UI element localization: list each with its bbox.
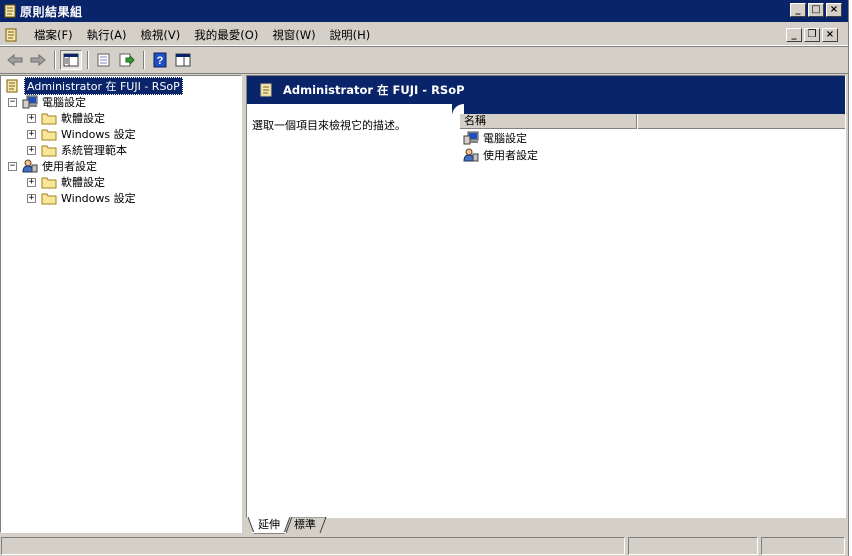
tree-node-computer[interactable]: − 電腦設定 (8, 94, 86, 110)
tree-label: 軟體設定 (61, 176, 105, 189)
scroll-icon (6, 79, 18, 93)
tab-extended[interactable]: 延伸 (252, 517, 286, 533)
status-cell-2 (628, 537, 758, 555)
details-header: Administrator 在 FUJI - RSoP (247, 76, 845, 104)
console-tree-icon (63, 53, 79, 67)
tree-root-label: Administrator 在 FUJI - RSoP (24, 77, 183, 95)
divider (0, 46, 848, 47)
expand-toggle[interactable]: + (27, 193, 36, 203)
column-header-empty[interactable] (637, 114, 845, 129)
menu-help[interactable]: 說明(H) (323, 27, 378, 43)
menu-favorites[interactable]: 我的最愛(O) (187, 27, 265, 43)
window-title: 原則結果組 (20, 4, 83, 19)
minimize-button[interactable]: _ (790, 3, 806, 17)
help-button[interactable]: ? (149, 50, 171, 70)
title-bar: 原則結果組 _ □ × (0, 0, 848, 22)
list-item[interactable]: 電腦設定 (459, 129, 845, 146)
properties-button[interactable] (93, 50, 115, 70)
list-header: 名稱 (459, 114, 845, 129)
back-button[interactable] (4, 50, 26, 70)
svg-text:?: ? (157, 55, 164, 67)
user-icon (22, 159, 38, 173)
scroll-icon (4, 4, 16, 18)
export-list-button[interactable] (116, 50, 138, 70)
tree-label: 軟體設定 (61, 112, 105, 125)
tree-label: 使用者設定 (42, 160, 97, 173)
window-edge (848, 0, 852, 556)
expand-toggle[interactable]: + (27, 177, 36, 187)
expand-toggle[interactable]: + (27, 145, 36, 155)
help-icon: ? (153, 52, 167, 68)
collapse-toggle[interactable]: − (8, 97, 17, 107)
toolbar: ? (0, 48, 848, 72)
close-button[interactable]: × (826, 3, 842, 17)
tree-label: Windows 設定 (61, 128, 136, 141)
scroll-icon[interactable] (3, 27, 19, 43)
tree-node-user-software[interactable]: + 軟體設定 (27, 174, 105, 190)
computer-icon (22, 95, 38, 109)
show-hide-tree-button[interactable] (60, 50, 82, 70)
list-item-label: 電腦設定 (483, 131, 527, 145)
menu-file[interactable]: 檔案(F) (27, 27, 80, 43)
child-minimize-button[interactable]: _ (786, 28, 802, 42)
view-tabs: 延伸 標準 (246, 517, 846, 534)
list-item-label: 使用者設定 (483, 148, 538, 162)
menu-window[interactable]: 視窗(W) (265, 27, 322, 43)
menu-bar: 檔案(F) 執行(A) 檢視(V) 我的最愛(O) 視窗(W) 說明(H) _ … (0, 24, 848, 46)
tree-label: Windows 設定 (61, 192, 136, 205)
child-restore-button[interactable]: ❐ (804, 28, 820, 42)
header-extension (452, 104, 845, 114)
tree-node-root[interactable]: Administrator 在 FUJI - RSoP (4, 77, 183, 95)
divider (0, 73, 848, 74)
properties-icon (97, 53, 110, 67)
folder-icon (41, 113, 57, 125)
status-bar (0, 535, 848, 556)
toolbar-separator (143, 51, 145, 69)
details-pane: Administrator 在 FUJI - RSoP 選取一個項目來檢視它的描… (246, 75, 846, 518)
collapse-toggle[interactable]: − (8, 161, 17, 171)
status-cell-3 (761, 537, 845, 555)
toolbar-separator (87, 51, 89, 69)
user-icon (463, 148, 479, 161)
pane-icon (175, 53, 191, 67)
folder-icon (41, 177, 57, 189)
tab-standard[interactable]: 標準 (288, 517, 322, 533)
details-title: Administrator 在 FUJI - RSoP (283, 83, 465, 97)
folder-icon (41, 129, 57, 141)
forward-button[interactable] (27, 50, 49, 70)
expand-toggle[interactable]: + (27, 113, 36, 123)
folder-icon (41, 193, 57, 205)
export-icon (119, 53, 135, 67)
status-cell-main (1, 537, 625, 555)
tree-node-user[interactable]: − 使用者設定 (8, 158, 97, 174)
child-close-button[interactable]: × (822, 28, 838, 42)
tree-node-computer-admin-templates[interactable]: + 系統管理範本 (27, 142, 127, 158)
tree-node-user-windows[interactable]: + Windows 設定 (27, 190, 136, 206)
forward-arrow-icon (30, 53, 46, 67)
scroll-icon (260, 83, 272, 97)
console-tree: Administrator 在 FUJI - RSoP − 電腦設定 + 軟體設… (0, 75, 242, 533)
list-item[interactable]: 使用者設定 (459, 146, 845, 163)
tree-label: 電腦設定 (42, 96, 86, 109)
toolbar-separator (54, 51, 56, 69)
tree-node-computer-windows[interactable]: + Windows 設定 (27, 126, 136, 142)
menu-view[interactable]: 檢視(V) (133, 27, 187, 43)
tree-label: 系統管理範本 (61, 144, 127, 157)
description-text: 選取一個項目來檢視它的描述。 (252, 119, 406, 132)
tree-node-computer-software[interactable]: + 軟體設定 (27, 110, 105, 126)
maximize-button[interactable]: □ (808, 3, 824, 17)
menu-action[interactable]: 執行(A) (80, 27, 134, 43)
items-list: 名稱 電腦設定 使用者設定 (459, 114, 845, 163)
computer-icon (463, 131, 479, 144)
folder-icon (41, 145, 57, 157)
show-hide-action-pane-button[interactable] (172, 50, 194, 70)
back-arrow-icon (7, 53, 23, 67)
expand-toggle[interactable]: + (27, 129, 36, 139)
column-header-name[interactable]: 名稱 (459, 114, 637, 129)
